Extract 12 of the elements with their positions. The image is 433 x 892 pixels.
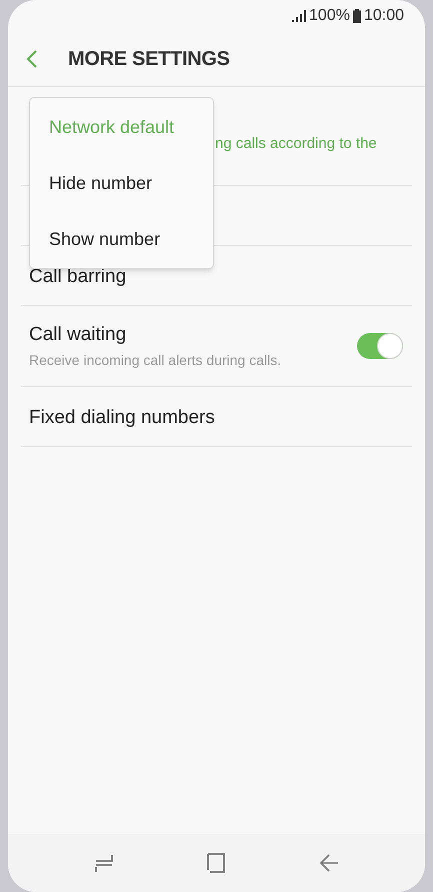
signal-icon bbox=[292, 10, 306, 22]
toggle-switch[interactable] bbox=[357, 333, 403, 359]
setting-title[interactable]: Call waiting bbox=[29, 321, 282, 350]
menu-item[interactable]: Show number bbox=[30, 211, 213, 267]
battery-percent: 100% bbox=[309, 6, 350, 26]
setting-subtitle: ng calls according to the bbox=[215, 135, 377, 152]
battery-icon bbox=[352, 9, 361, 23]
clock: 10:00 bbox=[364, 6, 404, 26]
setting-subtitle: Receive incoming call alerts during calls. bbox=[29, 350, 282, 370]
menu-item[interactable]: Hide number bbox=[30, 155, 213, 211]
screen-title: MORE SETTINGS bbox=[68, 47, 230, 72]
setting-title[interactable]: Fixed dialing numbers bbox=[29, 404, 215, 433]
